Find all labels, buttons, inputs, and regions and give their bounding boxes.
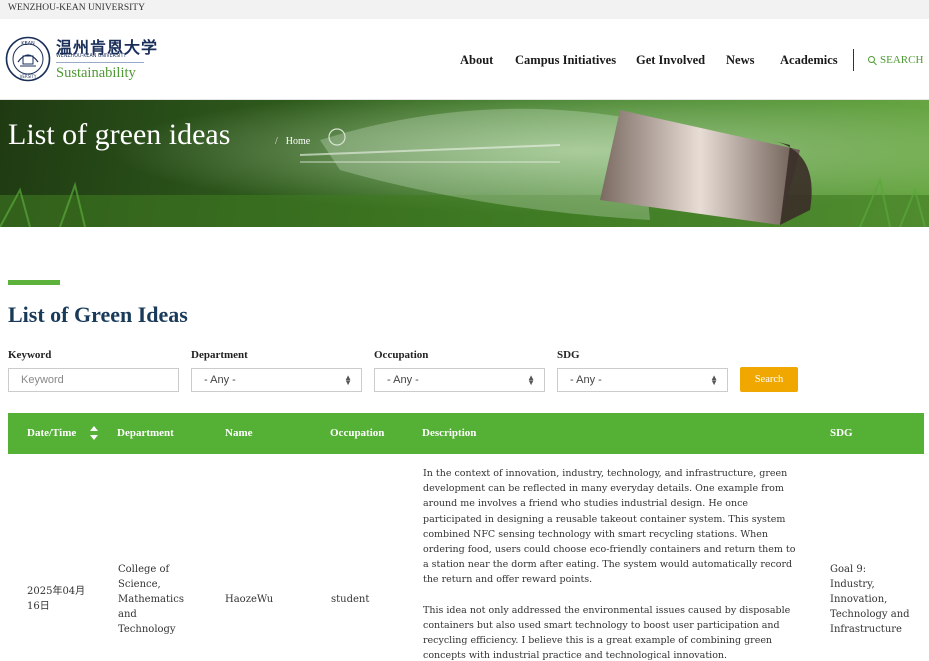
- select-arrows-icon: ▲ ▼: [344, 373, 352, 387]
- description-paragraph: This idea not only addressed the environ…: [423, 604, 791, 661]
- breadcrumb: / Home: [275, 136, 310, 147]
- cell-sdg: Goal 9: Industry, Innovation, Technology…: [830, 564, 910, 635]
- university-seal-logo[interactable]: KEAN VERSITY: [5, 36, 51, 82]
- column-header-name: Name: [225, 427, 253, 439]
- occupation-label: Occupation: [374, 349, 429, 361]
- search-label: SEARCH: [880, 54, 924, 66]
- brand-subtitle[interactable]: Sustainability: [56, 65, 136, 82]
- cell-date: 2025年04月16日: [27, 586, 86, 612]
- department-select[interactable]: - Any - ▲ ▼: [191, 368, 362, 392]
- breadcrumb-home-link[interactable]: Home: [286, 136, 310, 147]
- brand-english-name: WENZHOU-KEAN UNIVERSITY: [56, 54, 127, 59]
- sort-icon[interactable]: [89, 425, 99, 441]
- search-button[interactable]: Search: [740, 367, 798, 392]
- department-label: Department: [191, 349, 248, 361]
- cell-description: In the context of innovation, industry, …: [423, 466, 798, 661]
- occupation-select-value: - Any -: [387, 374, 419, 386]
- nav-about[interactable]: About: [460, 53, 493, 68]
- description-paragraph: In the context of innovation, industry, …: [423, 468, 796, 586]
- top-bar: WENZHOU-KEAN UNIVERSITY: [0, 0, 929, 19]
- university-name: WENZHOU-KEAN UNIVERSITY: [8, 3, 145, 13]
- cell-department: College of Science, Mathematics and Tech…: [118, 564, 184, 635]
- sdg-label: SDG: [557, 349, 580, 361]
- section-accent-bar: [8, 280, 60, 285]
- breadcrumb-separator: /: [275, 136, 278, 147]
- hero-banner: List of green ideas / Home: [0, 100, 929, 227]
- nav-news[interactable]: News: [726, 53, 754, 68]
- column-header-occupation: Occupation: [330, 427, 385, 439]
- table-header: Date/Time Department Name Occupation Des…: [8, 413, 924, 454]
- keyword-label: Keyword: [8, 349, 52, 361]
- cell-name: HaozeWu: [225, 594, 274, 605]
- column-header-sdg: SDG: [830, 427, 853, 439]
- cell-occupation: student: [331, 594, 370, 605]
- search-icon: [868, 56, 875, 63]
- svg-text:KEAN: KEAN: [21, 41, 35, 47]
- svg-text:VERSITY: VERSITY: [20, 74, 37, 79]
- nav-get-involved[interactable]: Get Involved: [636, 53, 705, 68]
- department-select-value: - Any -: [204, 374, 236, 386]
- brand-divider: [56, 62, 144, 63]
- column-header-description: Description: [422, 427, 477, 439]
- select-arrows-icon: ▲ ▼: [527, 373, 535, 387]
- select-arrows-icon: ▲ ▼: [710, 373, 718, 387]
- section-title: List of Green Ideas: [8, 302, 188, 327]
- page-title: List of green ideas: [8, 118, 231, 151]
- nav-academics[interactable]: Academics: [780, 53, 838, 68]
- column-header-department: Department: [117, 427, 174, 439]
- site-header: KEAN VERSITY 温州肯恩大学 WENZHOU-KEAN UNIVERS…: [0, 19, 929, 100]
- sdg-select-value: - Any -: [570, 374, 602, 386]
- nav-campus-initiatives[interactable]: Campus Initiatives: [515, 53, 616, 68]
- column-header-date[interactable]: Date/Time: [27, 427, 76, 439]
- nav-divider: [853, 49, 854, 71]
- search-link[interactable]: SEARCH: [868, 54, 923, 66]
- keyword-input[interactable]: Keyword: [8, 368, 179, 392]
- occupation-select[interactable]: - Any - ▲ ▼: [374, 368, 545, 392]
- sdg-select[interactable]: - Any - ▲ ▼: [557, 368, 728, 392]
